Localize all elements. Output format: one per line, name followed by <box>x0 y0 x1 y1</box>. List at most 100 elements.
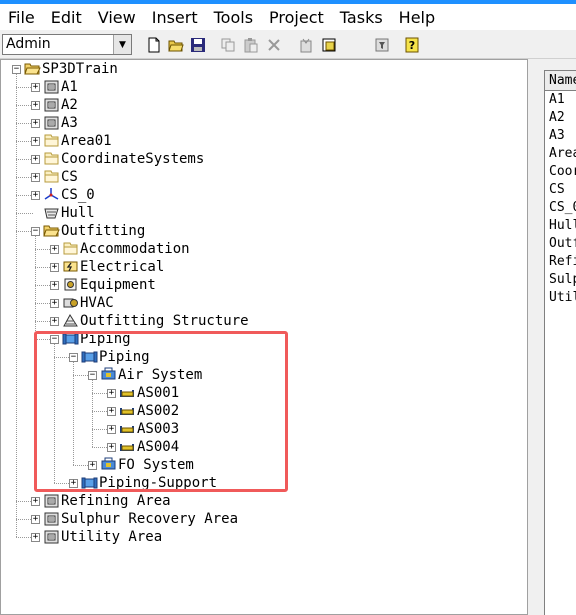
expand-icon[interactable]: + <box>31 497 40 506</box>
tree-node[interactable]: + CoordinateSystems <box>1 150 521 168</box>
expand-icon[interactable]: + <box>69 479 78 488</box>
note-icon <box>322 38 336 52</box>
new-button[interactable] <box>144 35 164 55</box>
tree-node[interactable]: + Utility Area <box>1 528 521 546</box>
details-grid[interactable]: Name A1A2A3Area01CoordinateSystemsCSCS_0… <box>544 70 576 615</box>
tree-node[interactable]: − Air System <box>1 366 521 384</box>
tree-node-label: Refining Area <box>61 493 171 509</box>
expand-icon[interactable]: + <box>88 461 97 470</box>
expand-icon[interactable]: + <box>31 137 40 146</box>
tree-node[interactable]: + Area01 <box>1 132 521 150</box>
tree-node[interactable]: + Equipment <box>1 276 521 294</box>
menu-insert[interactable]: Insert <box>144 8 206 27</box>
grid-row[interactable]: Area01 <box>545 146 576 164</box>
tree-node[interactable]: + A1 <box>1 78 521 96</box>
expand-icon[interactable]: + <box>31 83 40 92</box>
expand-icon[interactable]: + <box>31 533 40 542</box>
expand-icon[interactable]: + <box>31 155 40 164</box>
tree-node[interactable]: − Piping <box>1 330 521 348</box>
tree-node-label: Outfitting <box>61 223 146 239</box>
paste-button[interactable] <box>241 35 261 55</box>
grid-header-name[interactable]: Name <box>545 71 576 91</box>
grid-row[interactable]: A3 <box>545 128 576 146</box>
grid-row[interactable]: Outfitting <box>545 236 576 254</box>
folder-open-icon <box>43 222 60 239</box>
grid-row[interactable]: A2 <box>545 110 576 128</box>
expand-icon[interactable]: + <box>107 407 116 416</box>
tree-node[interactable]: + Electrical <box>1 258 521 276</box>
menu-project[interactable]: Project <box>261 8 332 27</box>
area-icon <box>43 528 60 545</box>
folder-icon <box>43 132 60 149</box>
note-button[interactable] <box>319 35 339 55</box>
collapse-icon[interactable]: − <box>12 65 21 74</box>
tree-node[interactable]: + AS004 <box>1 438 521 456</box>
tree-node[interactable]: − Piping <box>1 348 521 366</box>
tree-node-label: Outfitting Structure <box>80 313 249 329</box>
properties-button[interactable] <box>296 35 316 55</box>
grid-row[interactable]: A1 <box>545 92 576 110</box>
grid-row[interactable]: CoordinateSystems <box>545 164 576 182</box>
filter-button[interactable] <box>372 35 392 55</box>
tree-node[interactable]: − SP3DTrain <box>1 60 521 78</box>
collapse-icon[interactable]: − <box>88 371 97 380</box>
tree-node[interactable]: + AS002 <box>1 402 521 420</box>
delete-button[interactable] <box>264 35 284 55</box>
menu-tools[interactable]: Tools <box>206 8 261 27</box>
panel-splitter[interactable] <box>528 59 544 615</box>
grid-row[interactable]: Utility Area <box>545 290 576 308</box>
chevron-down-icon[interactable]: ▼ <box>113 35 131 54</box>
user-combo[interactable]: Admin ▼ <box>2 34 132 55</box>
expand-icon[interactable]: + <box>31 119 40 128</box>
tree-node-label: Electrical <box>80 259 165 275</box>
area-icon <box>43 114 60 131</box>
grid-row[interactable]: Hull <box>545 218 576 236</box>
expand-icon[interactable]: + <box>50 299 59 308</box>
tree-node[interactable]: + CS_0 <box>1 186 521 204</box>
tree-node[interactable]: + Outfitting Structure <box>1 312 521 330</box>
tree-node[interactable]: + Piping-Support <box>1 474 521 492</box>
collapse-icon[interactable]: − <box>31 227 40 236</box>
menu-edit[interactable]: Edit <box>43 8 90 27</box>
expand-icon[interactable]: + <box>31 101 40 110</box>
expand-icon[interactable]: + <box>50 263 59 272</box>
tree-node[interactable]: + HVAC <box>1 294 521 312</box>
save-button[interactable] <box>188 35 208 55</box>
grid-row[interactable]: CS_0 <box>545 200 576 218</box>
menu-view[interactable]: View <box>90 8 144 27</box>
tree-node[interactable]: + FO System <box>1 456 521 474</box>
tree-node[interactable]: + AS003 <box>1 420 521 438</box>
svg-text:?: ? <box>409 39 415 52</box>
expand-icon[interactable]: + <box>107 443 116 452</box>
tree-node[interactable]: Hull <box>1 204 521 222</box>
tree-node-label: SP3DTrain <box>42 61 118 77</box>
expand-icon[interactable]: + <box>50 281 59 290</box>
menu-tasks[interactable]: Tasks <box>332 8 391 27</box>
expand-icon[interactable]: + <box>31 515 40 524</box>
tree-node[interactable]: + A3 <box>1 114 521 132</box>
tree-node[interactable]: + Refining Area <box>1 492 521 510</box>
expand-icon[interactable]: + <box>50 245 59 254</box>
grid-row[interactable]: Refining Area <box>545 254 576 272</box>
collapse-icon[interactable]: − <box>50 335 59 344</box>
tree-node[interactable]: + Sulphur Recovery Area <box>1 510 521 528</box>
help-button[interactable]: ? <box>402 35 422 55</box>
tree-node[interactable]: + Accommodation <box>1 240 521 258</box>
menu-file[interactable]: File <box>0 8 43 27</box>
tree-node[interactable]: + A2 <box>1 96 521 114</box>
copy-button[interactable] <box>218 35 238 55</box>
expand-icon[interactable]: + <box>107 425 116 434</box>
expand-icon[interactable]: + <box>107 389 116 398</box>
collapse-icon[interactable]: − <box>69 353 78 362</box>
tree-node[interactable]: + CS <box>1 168 521 186</box>
menu-help[interactable]: Help <box>391 8 443 27</box>
workspace-tree[interactable]: − SP3DTrain + A1 + A2 + A3 + Area01 + CoordinateSys… <box>0 59 528 615</box>
tree-node[interactable]: + AS001 <box>1 384 521 402</box>
tree-node[interactable]: − Outfitting <box>1 222 521 240</box>
grid-row[interactable]: Sulphur Recovery Area <box>545 272 576 290</box>
grid-row[interactable]: CS <box>545 182 576 200</box>
expand-icon[interactable]: + <box>31 173 40 182</box>
expand-icon[interactable]: + <box>50 317 59 326</box>
open-button[interactable] <box>166 35 186 55</box>
expand-icon[interactable]: + <box>31 191 40 200</box>
